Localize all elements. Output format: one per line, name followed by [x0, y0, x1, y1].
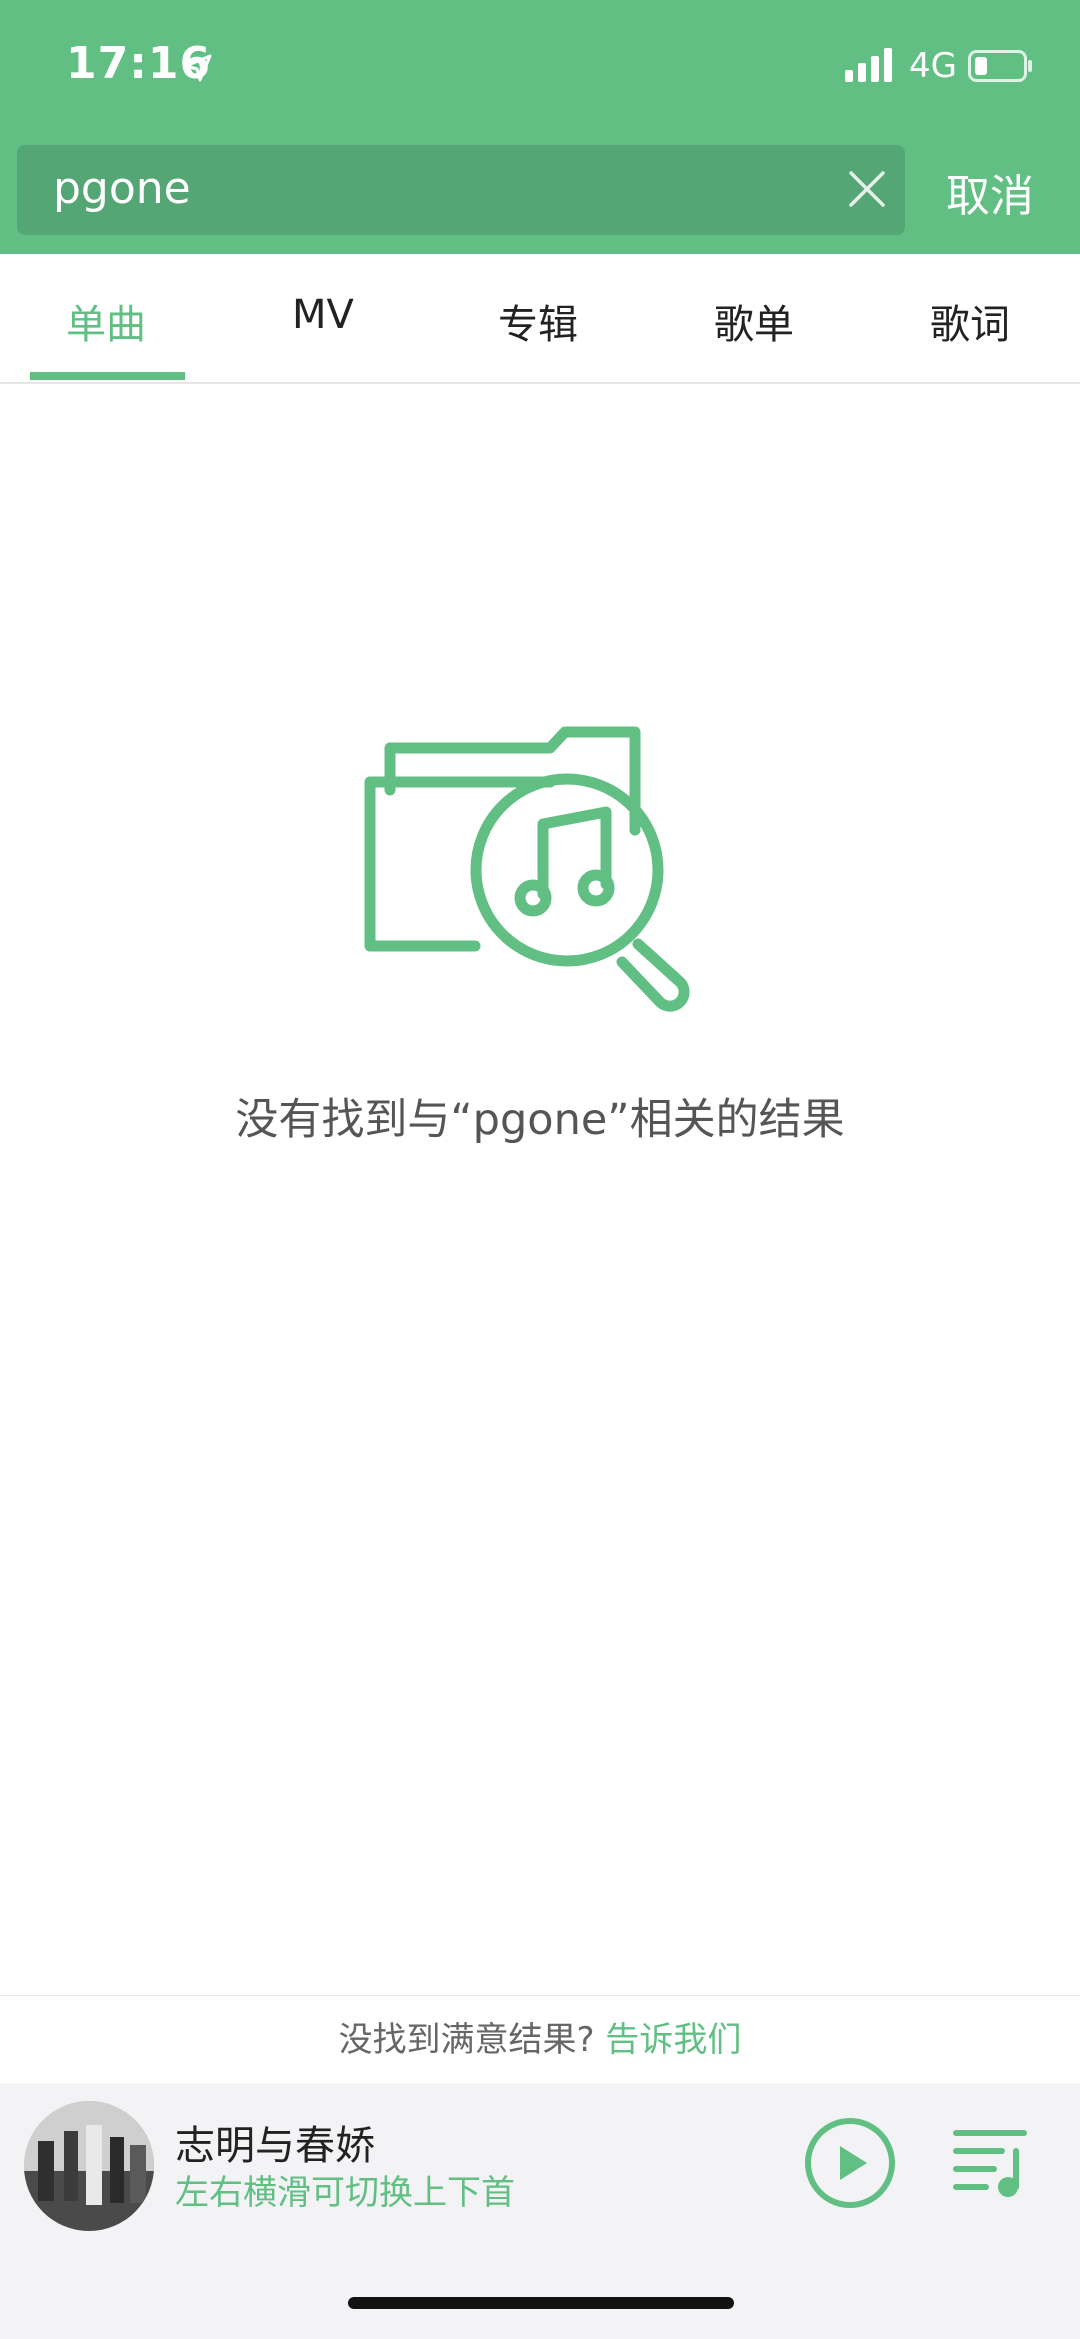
location-arrow-icon [184, 54, 212, 82]
tab-lyrics[interactable]: 歌词 [930, 292, 1010, 350]
signal-bars-icon [845, 48, 892, 82]
result-tabs: 单曲 MV 专辑 歌单 歌词 [0, 254, 1080, 384]
album-art[interactable] [24, 2101, 154, 2231]
search-input[interactable]: pgone [17, 145, 905, 235]
tell-us-link[interactable]: 告诉我们 [605, 2020, 741, 2060]
tab-playlists[interactable]: 歌单 [714, 292, 794, 350]
search-query[interactable]: pgone [53, 163, 191, 214]
home-indicator[interactable] [348, 2297, 734, 2309]
cancel-button[interactable]: 取消 [946, 160, 1034, 224]
folder-music-search-icon [364, 726, 690, 1012]
feedback-prompt: 没找到满意结果? [338, 2020, 595, 2060]
tab-songs[interactable]: 单曲 [66, 292, 146, 350]
album-art-image [24, 2101, 154, 2231]
playlist-icon[interactable] [950, 2125, 1030, 2201]
header-bar: 17:16 4G pgone 取消 [0, 0, 1080, 254]
empty-result-message: 没有找到与“pgone”相关的结果 [235, 1095, 845, 1145]
song-title: 志明与春娇 [175, 2123, 375, 2169]
tab-mv[interactable]: MV [292, 292, 354, 338]
tab-albums[interactable]: 专辑 [498, 292, 578, 350]
feedback-bar: 没找到满意结果? 告诉我们 [0, 1995, 1080, 2083]
play-icon[interactable] [803, 2116, 897, 2210]
clear-icon[interactable] [845, 167, 889, 211]
active-tab-indicator [30, 372, 185, 380]
network-type: 4G [909, 46, 957, 86]
swipe-hint: 左右横滑可切换上下首 [175, 2173, 515, 2213]
battery-icon [968, 50, 1032, 82]
